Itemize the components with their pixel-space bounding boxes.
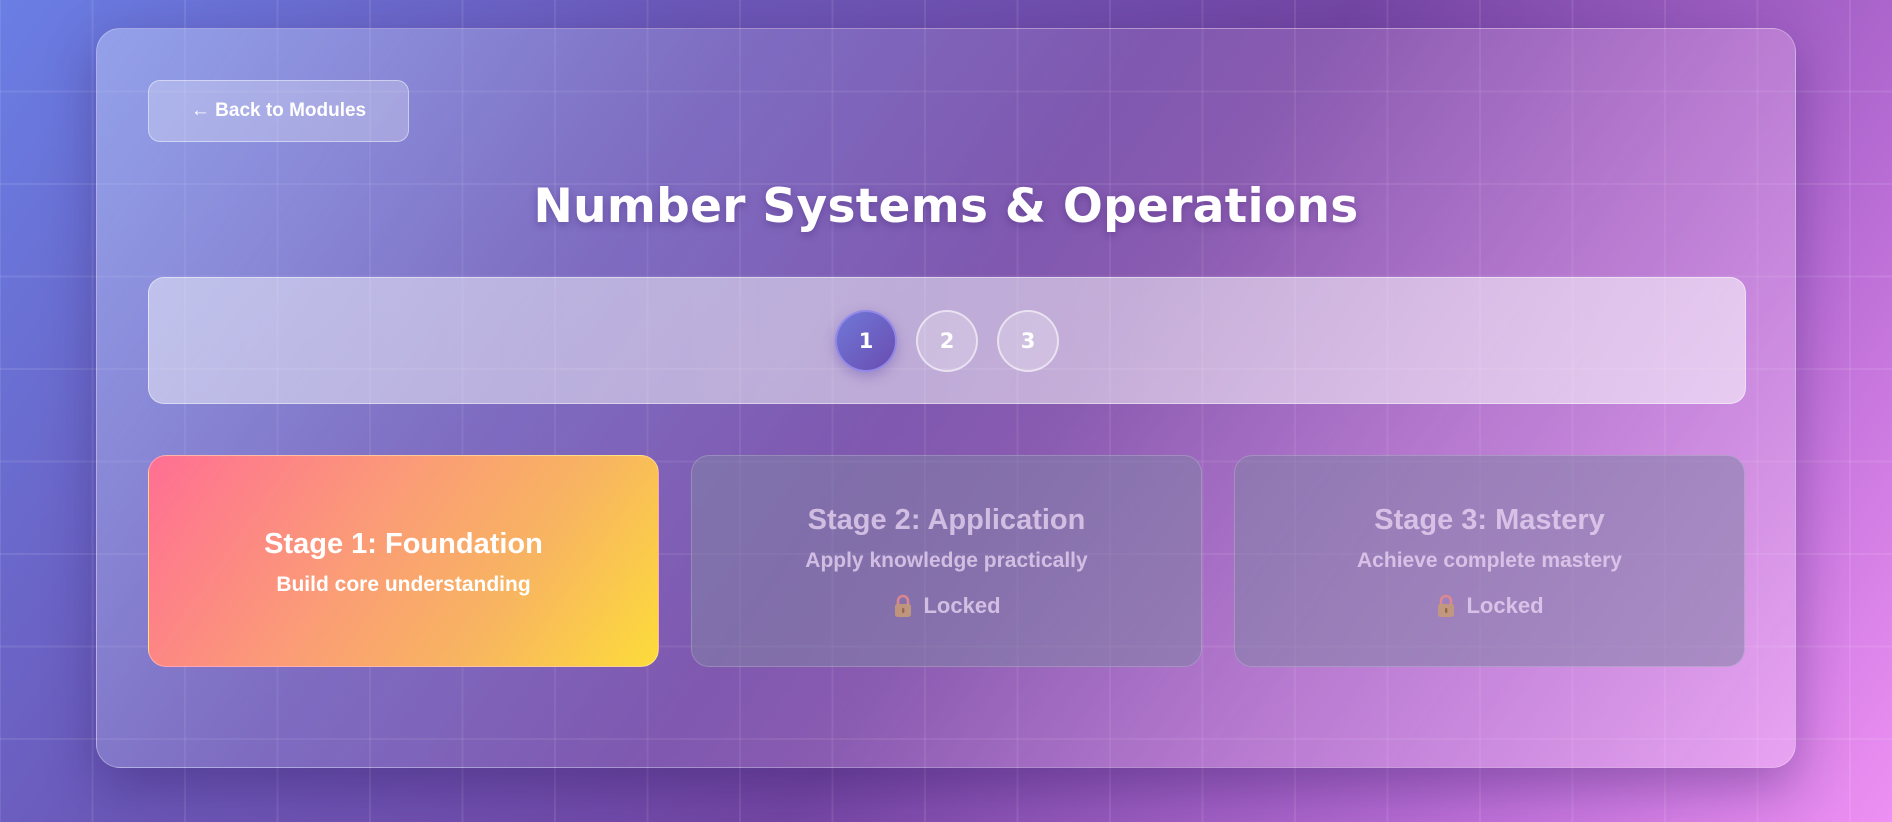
page-title: Number Systems & Operations (533, 179, 1359, 234)
back-button-label: ← Back to Modules (190, 100, 367, 121)
locked-label: Locked (1466, 592, 1544, 618)
step-1[interactable]: 1 (835, 309, 897, 372)
module-panel: ← Back to Modules Number Systems & Opera… (96, 28, 1796, 768)
stage-card-application: Stage 2: Application Apply knowledge pra… (691, 455, 1202, 667)
stage-title: Stage 3: Mastery (1374, 503, 1605, 536)
step-2[interactable]: 2 (916, 309, 978, 372)
stage-title: Stage 2: Application (807, 503, 1086, 536)
back-to-modules-button[interactable]: ← Back to Modules (148, 80, 409, 142)
stage-stepper: 1 2 3 (148, 277, 1746, 404)
locked-status: Locked (1435, 592, 1544, 619)
stage-subtitle: Apply knowledge practically (805, 548, 1088, 572)
stage-card-mastery: Stage 3: Mastery Achieve complete master… (1234, 455, 1745, 667)
step-3[interactable]: 3 (997, 309, 1059, 372)
lock-icon (1435, 594, 1457, 618)
locked-status: Locked (892, 592, 1001, 619)
stage-title: Stage 1: Foundation (264, 527, 543, 560)
stage-subtitle: Achieve complete mastery (1357, 548, 1622, 572)
lock-icon (892, 594, 914, 618)
stage-subtitle: Build core understanding (276, 572, 531, 596)
stage-card-foundation[interactable]: Stage 1: Foundation Build core understan… (148, 455, 659, 667)
locked-label: Locked (923, 592, 1001, 618)
